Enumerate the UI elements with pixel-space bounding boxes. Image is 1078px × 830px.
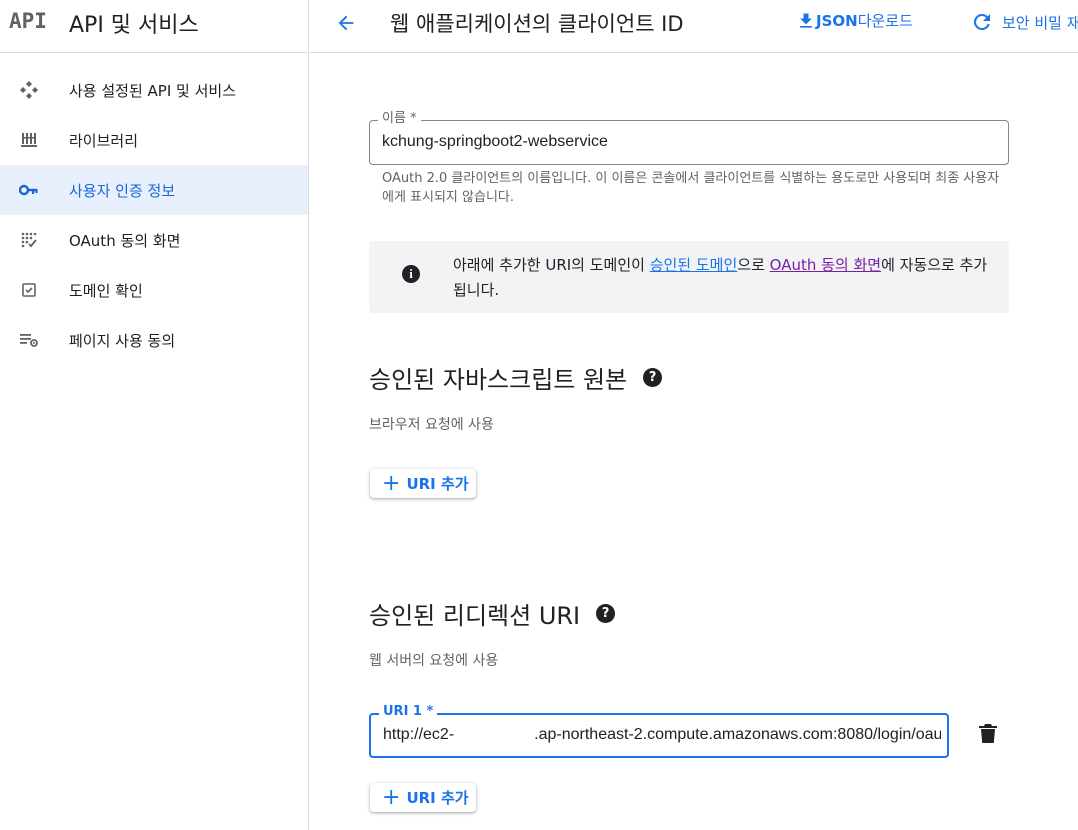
- redirect-uris-title-text: 승인된 리디렉션 URI: [369, 602, 581, 630]
- reset-secret-button[interactable]: 보안 비밀 재: [970, 10, 1078, 34]
- client-name-field[interactable]: 이름 * kchung-springboot2-webservice: [369, 111, 1009, 165]
- info-banner: i 아래에 추가한 URI의 도메인이 승인된 도메인으로 OAuth 동의 화…: [369, 241, 1009, 313]
- add-uri-label: URI 추가: [406, 789, 469, 807]
- sidebar-item-domain-verification[interactable]: 도메인 확인: [0, 265, 308, 315]
- api-logo: API: [9, 9, 47, 33]
- sidebar-item-oauth-consent[interactable]: OAuth 동의 화면: [0, 215, 308, 265]
- sidebar: API API 및 서비스 사용 설정된 API 및 서비스 라이브러리 사용자…: [0, 0, 309, 830]
- download-icon: [800, 13, 812, 28]
- consent-dots-icon: [18, 229, 40, 251]
- library-icon: [18, 129, 40, 151]
- sidebar-item-library[interactable]: 라이브러리: [0, 115, 308, 165]
- plus-icon: +: [382, 784, 401, 810]
- plus-icon: +: [382, 470, 401, 496]
- redirect-uri-1-field[interactable]: URI 1 * http://ec2- .ap-northeast-2.comp…: [369, 704, 949, 758]
- info-text-part: 으로: [737, 256, 770, 274]
- help-icon[interactable]: ?: [596, 604, 616, 623]
- authorized-domains-link[interactable]: 승인된 도메인: [650, 256, 738, 274]
- page-header: 웹 애플리케이션의 클라이언트 ID JSON 다운로드 보안 비밀 재: [310, 0, 1078, 53]
- sidebar-item-label: 사용 설정된 API 및 서비스: [69, 81, 237, 100]
- page-title: 웹 애플리케이션의 클라이언트 ID: [390, 12, 684, 36]
- info-text-part: 아래에 추가한 URI의 도메인이: [453, 256, 650, 274]
- add-redirect-uri-button[interactable]: + URI 추가: [370, 783, 476, 812]
- js-origins-subtitle: 브라우저 요청에 사용: [369, 417, 494, 433]
- add-uri-label: URI 추가: [406, 475, 469, 493]
- back-button[interactable]: [332, 9, 360, 37]
- client-name-hint: OAuth 2.0 클라이언트의 이름입니다. 이 이름은 콘솔에서 클라이언트…: [382, 171, 1000, 205]
- reset-secret-label: 보안 비밀 재: [1002, 13, 1078, 32]
- api-diamond-icon: [18, 79, 40, 101]
- redirect-uris-title: 승인된 리디렉션 URI ?: [369, 596, 616, 631]
- sidebar-item-enabled-apis[interactable]: 사용 설정된 API 및 서비스: [0, 65, 308, 115]
- sidebar-item-credentials[interactable]: 사용자 인증 정보: [0, 165, 308, 215]
- arrow-back-icon: [338, 15, 354, 31]
- oauth-consent-link[interactable]: OAuth 동의 화면: [770, 256, 881, 274]
- sidebar-item-label: 라이브러리: [69, 131, 139, 150]
- js-origins-title: 승인된 자바스크립트 원본 ?: [369, 360, 663, 395]
- download-json-label-strong: JSON: [816, 11, 858, 30]
- sidebar-title: API 및 서비스: [69, 13, 199, 38]
- help-icon[interactable]: ?: [643, 368, 663, 387]
- redirect-uri-1-label: URI 1 *: [379, 704, 438, 720]
- js-origins-title-text: 승인된 자바스크립트 원본: [369, 366, 628, 394]
- download-json-button[interactable]: JSON 다운로드: [796, 10, 913, 31]
- sidebar-item-label: OAuth 동의 화면: [69, 231, 181, 250]
- download-json-label: 다운로드: [857, 12, 913, 30]
- client-name-input[interactable]: kchung-springboot2-webservice: [382, 133, 1002, 151]
- info-text: 아래에 추가한 URI의 도메인이 승인된 도메인으로 OAuth 동의 화면에…: [453, 253, 993, 303]
- key-icon: [18, 179, 40, 201]
- sidebar-item-label: 사용자 인증 정보: [69, 181, 176, 200]
- sidebar-item-label: 페이지 사용 동의: [69, 331, 176, 350]
- info-icon: i: [402, 265, 420, 283]
- sidebar-nav: 사용 설정된 API 및 서비스 라이브러리 사용자 인증 정보 OAuth 동…: [0, 53, 308, 365]
- sidebar-brand: API API 및 서비스: [0, 0, 308, 53]
- add-js-origin-uri-button[interactable]: + URI 추가: [370, 469, 476, 498]
- redirect-uris-subtitle: 웹 서버의 요청에 사용: [369, 653, 499, 669]
- sidebar-item-page-usage-agreement[interactable]: 페이지 사용 동의: [0, 315, 308, 365]
- settings-list-icon: [18, 329, 40, 351]
- refresh-icon: [973, 13, 990, 31]
- main-content: 이름 * kchung-springboot2-webservice OAuth…: [310, 54, 1078, 830]
- checkbox-icon: [18, 279, 40, 301]
- trash-icon: [979, 724, 997, 743]
- sidebar-item-label: 도메인 확인: [69, 281, 143, 300]
- redirect-uri-1-input[interactable]: http://ec2- .ap-northeast-2.compute.amaz…: [383, 726, 941, 744]
- client-name-label: 이름 *: [378, 111, 421, 127]
- delete-uri-button[interactable]: [977, 723, 999, 745]
